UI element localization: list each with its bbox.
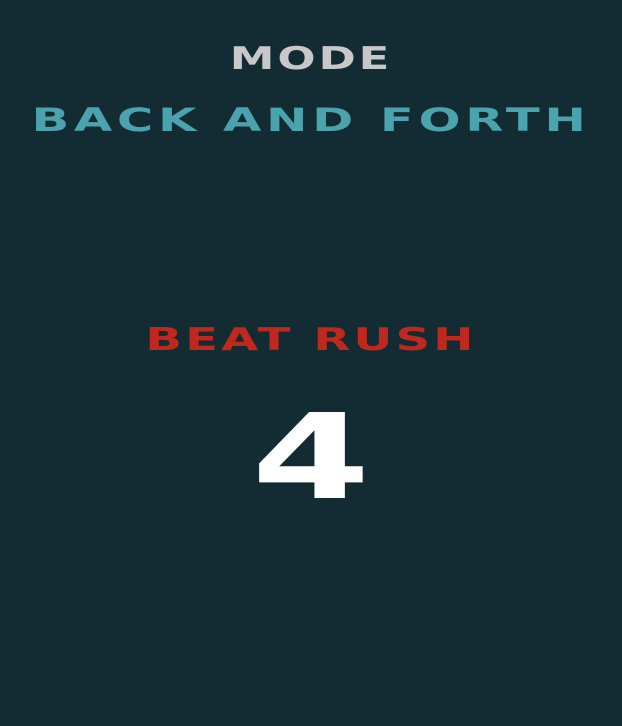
mode-label: MODE (229, 41, 393, 77)
game-title: BEAT RUSH (145, 322, 477, 358)
countdown-screen: MODE BACK AND FORTH BEAT RUSH 4 (0, 0, 622, 726)
mode-value: BACK AND FORTH (31, 101, 591, 139)
countdown-number: 4 (251, 388, 371, 526)
